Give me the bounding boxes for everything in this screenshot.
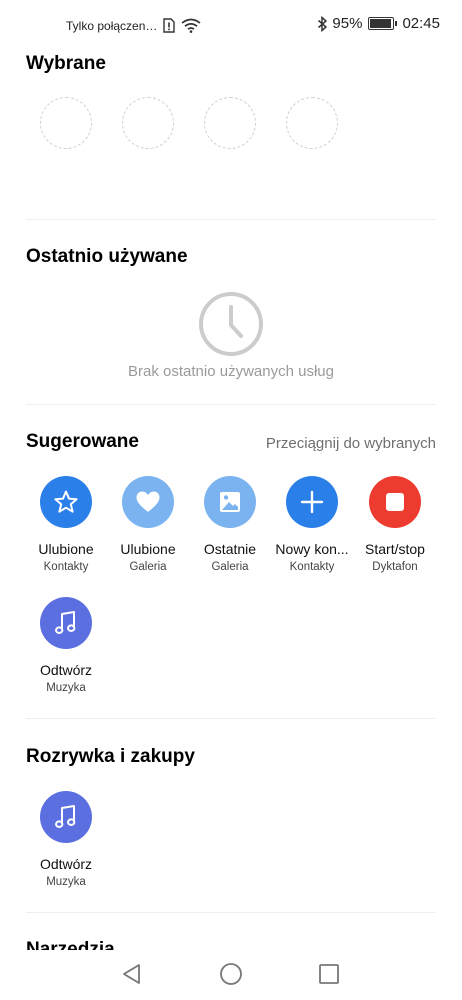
tile-label: Start/stop [365,541,425,557]
tools-title: Narzędzia [26,938,115,950]
status-bar: Tylko połączen… 95% 02:45 [0,0,462,52]
plus-icon [300,490,324,514]
music-note-icon [54,611,76,635]
tile-start-stop-recorder[interactable]: Start/stop Dyktafon [351,476,439,573]
battery-percent: 95% [332,15,363,32]
divider [26,219,436,220]
tile-new-contact[interactable]: Nowy kon... Kontakty [268,476,356,573]
back-icon[interactable] [120,962,144,986]
tile-icon-circle [204,476,256,528]
tile-sub: Galeria [211,561,249,573]
tile-favorites-contacts[interactable]: Ulubione Kontakty [22,476,110,573]
tile-sub: Muzyka [46,682,86,694]
tile-icon-circle [286,476,338,528]
status-right: 95% 02:45 [317,15,440,32]
tile-icon-circle [40,791,92,843]
favorite-slot[interactable] [122,97,174,149]
carrier-text: Tylko połączen… [66,18,158,33]
divider [26,912,436,913]
sim-icon [163,18,176,33]
entertainment-title: Rozrywka i zakupy [26,746,195,767]
tile-icon-circle [40,597,92,649]
navigation-bar [0,950,462,1000]
tile-icon-circle [122,476,174,528]
drag-hint: Przeciągnij do wybranych [265,435,436,452]
tile-sub: Kontakty [289,561,335,573]
battery-fill [370,19,392,28]
tile-label: Ulubione [120,541,176,557]
tile-icon-circle [369,476,421,528]
status-left: Tylko połączen… [66,18,201,33]
tile-label: Ulubione [38,541,94,557]
tile-sub: Kontakty [43,561,89,573]
tile-label: Odtwórz [39,856,93,872]
recent-empty-text: Brak ostatnio używanych usług [128,363,334,380]
tile-play-music[interactable]: Odtwórz Muzyka [22,597,110,694]
divider [26,718,436,719]
status-time: 02:45 [402,15,440,32]
favorite-slot[interactable] [286,97,338,149]
star-icon [54,490,78,513]
tile-label: Ostatnie [203,541,257,557]
tile-favorites-gallery[interactable]: Ulubione Galeria [104,476,192,573]
recents-icon[interactable] [317,962,341,986]
tile-play-music[interactable]: Odtwórz Muzyka [22,791,110,888]
tile-sub: Galeria [129,561,167,573]
tile-sub: Dyktafon [372,561,418,573]
favorite-slot[interactable] [40,97,92,149]
favorite-slot[interactable] [204,97,256,149]
recent-title: Ostatnio używane [26,246,188,267]
suggested-title: Sugerowane [26,431,139,452]
image-icon [220,492,240,512]
home-icon[interactable] [219,962,243,986]
tile-label: Nowy kon... [275,541,349,557]
divider [26,404,436,405]
favorites-title: Wybrane [26,53,106,74]
wifi-icon [181,18,201,33]
tools-title-text: Narzędzia [26,939,115,950]
stop-icon [386,493,404,511]
tile-sub: Muzyka [46,876,86,888]
music-note-icon [54,805,76,829]
tile-label: Odtwórz [39,662,93,678]
clock-icon [199,292,263,356]
battery-icon [368,17,398,30]
tile-recent-gallery[interactable]: Ostatnie Galeria [186,476,274,573]
heart-icon [136,491,160,512]
tile-icon-circle [40,476,92,528]
bluetooth-icon [318,15,328,32]
